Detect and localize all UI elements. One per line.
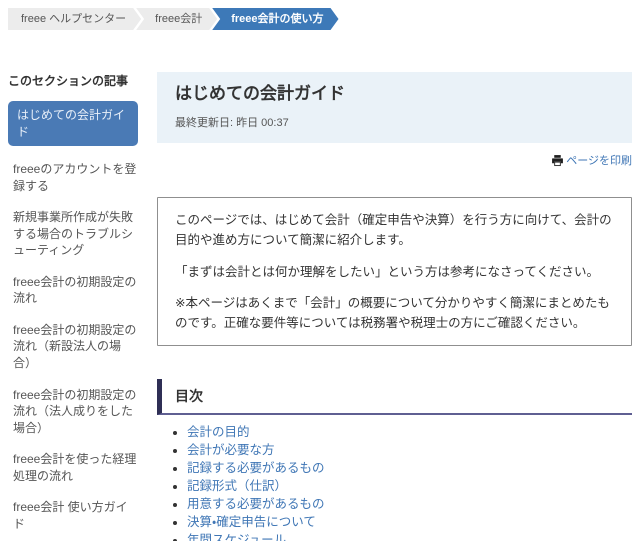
print-page-link[interactable]: ページを印刷 [551,152,632,168]
page-title: はじめての会計ガイド [175,84,345,103]
toc-link[interactable]: 会計が必要な方 [187,443,275,457]
sidebar-item[interactable]: はじめての会計ガイド [8,101,138,147]
intro-paragraph: このページでは、はじめて会計（確定申告や決算）を行う方に向けて、会計の目的や進め… [175,213,612,248]
page-layout: このセクションの記事 はじめての会計ガイド freeeのアカウントを登録する新規事… [0,30,640,541]
sidebar-item[interactable]: freee会計の初期設定の流れ（法人成りをした場合） [8,387,138,437]
print-row: ページを印刷 [157,152,632,168]
toc-heading: 目次 [157,379,632,416]
sidebar-item[interactable]: freee会計の初期設定の流れ [8,274,138,307]
toc-link[interactable]: 会計の目的 [187,425,250,439]
toc-item: 用意する必要があるもの [187,497,632,512]
toc-link[interactable]: 記録する必要があるもの [187,461,325,475]
toc-item: 会計の目的 [187,425,632,440]
article-header: はじめての会計ガイド 最終更新日: 昨日 00:37 [157,72,632,144]
toc-item: 記録形式（仕訳） [187,479,632,494]
intro-paragraph: 「まずは会計とは何か理解をしたい」という方は参考になさってください。 [175,264,600,279]
sidebar-item[interactable]: freee会計の初期設定の流れ（新設法人の場合） [8,322,138,372]
toc-item: 決算・確定申告について [187,515,632,530]
print-page-label: ページを印刷 [566,155,632,168]
sidebar-item[interactable]: 新規事業所作成が失敗する場合のトラブルシューティング [8,209,138,259]
toc-link[interactable]: 用意する必要があるもの [187,497,325,511]
toc-section: 目次 会計の目的会計が必要な方記録する必要があるもの記録形式（仕訳） 用意する必要… [157,379,632,541]
toc-link[interactable]: 記録形式（仕訳） [187,479,287,493]
breadcrumb: freee ヘルプセンター freee会計 freee会計の使い方 [8,8,640,30]
toc-item: 年間スケジュール [187,533,632,541]
printer-icon[interactable] [551,154,564,167]
toc-link[interactable]: 年間スケジュール [187,533,286,541]
article-intro-box: このページでは、はじめて会計（確定申告や決算）を行う方に向けて、会計の目的や進め… [157,197,632,347]
sidebar-item[interactable]: freeeのアカウントを登録する [8,161,138,194]
article-main: はじめての会計ガイド 最終更新日: 昨日 00:37 ページを印刷 このページで… [157,72,632,541]
sidebar-item[interactable]: freee会計 使い方ガイド [8,499,138,532]
breadcrumb-item[interactable]: freee会計の使い方 [212,8,338,30]
sidebar: このセクションの記事 はじめての会計ガイド freeeのアカウントを登録する新規事… [8,72,138,541]
sidebar-section-heading: このセクションの記事 [8,74,129,88]
sidebar-item[interactable]: freee会計を使った経理処理の流れ [8,451,138,484]
sidebar-article-list: はじめての会計ガイド freeeのアカウントを登録する新規事業所作成が失敗する場合… [8,101,138,541]
intro-paragraph: ※本ページはあくまで「会計」の概要について分かりやすく簡潔にまとめたものです。正… [175,295,610,331]
toc-item: 記録する必要があるもの [187,461,632,476]
breadcrumb-item[interactable]: freee ヘルプセンター [8,8,141,30]
toc-item: 会計が必要な方 [187,443,632,458]
toc-link[interactable]: 決算・確定申告について [187,515,316,529]
last-updated-text: 最終更新日: 昨日 00:37 [175,117,289,130]
breadcrumb-item[interactable]: freee会計 [136,8,217,30]
toc-list: 会計の目的会計が必要な方記録する必要があるもの記録形式（仕訳） 用意する必要がある… [157,425,632,541]
